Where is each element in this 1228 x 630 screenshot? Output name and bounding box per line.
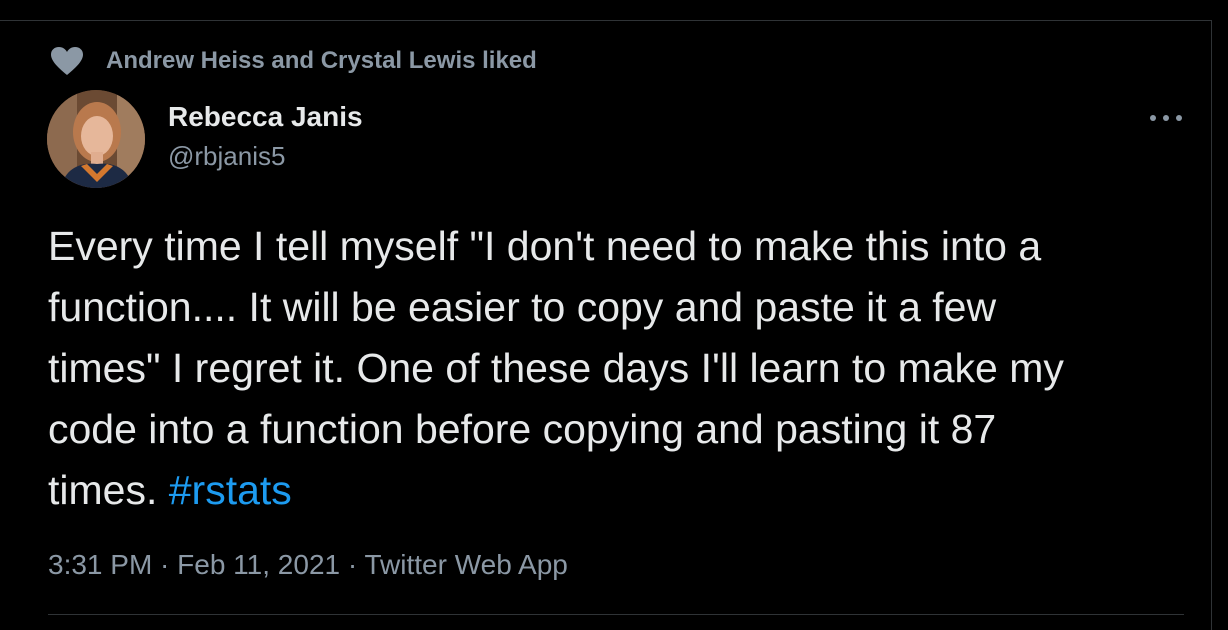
social-context[interactable]: Andrew Heiss and Crystal Lewis liked xyxy=(50,44,537,78)
tweet-line: times. xyxy=(48,467,169,513)
social-context-label: Andrew Heiss and Crystal Lewis liked xyxy=(106,47,537,74)
tweet-line: function.... It will be easier to copy a… xyxy=(48,284,997,330)
tweet-text: Every time I tell myself "I don't need t… xyxy=(48,216,1168,521)
tweet-line: times" I regret it. One of these days I'… xyxy=(48,345,1064,391)
tweet-meta[interactable]: 3:31 PM · Feb 11, 2021 · Twitter Web App xyxy=(48,549,568,581)
hashtag-link[interactable]: #rstats xyxy=(169,467,292,513)
avatar[interactable] xyxy=(47,90,145,188)
author-display-name[interactable]: Rebecca Janis xyxy=(168,101,363,133)
heart-icon xyxy=(51,47,83,75)
divider xyxy=(48,614,1184,615)
tweet-line: code into a function before copying and … xyxy=(48,406,997,452)
author-handle[interactable]: @rbjanis5 xyxy=(168,141,285,172)
tweet-line: Every time I tell myself "I don't need t… xyxy=(48,223,1042,269)
more-options-icon[interactable] xyxy=(1146,104,1186,132)
